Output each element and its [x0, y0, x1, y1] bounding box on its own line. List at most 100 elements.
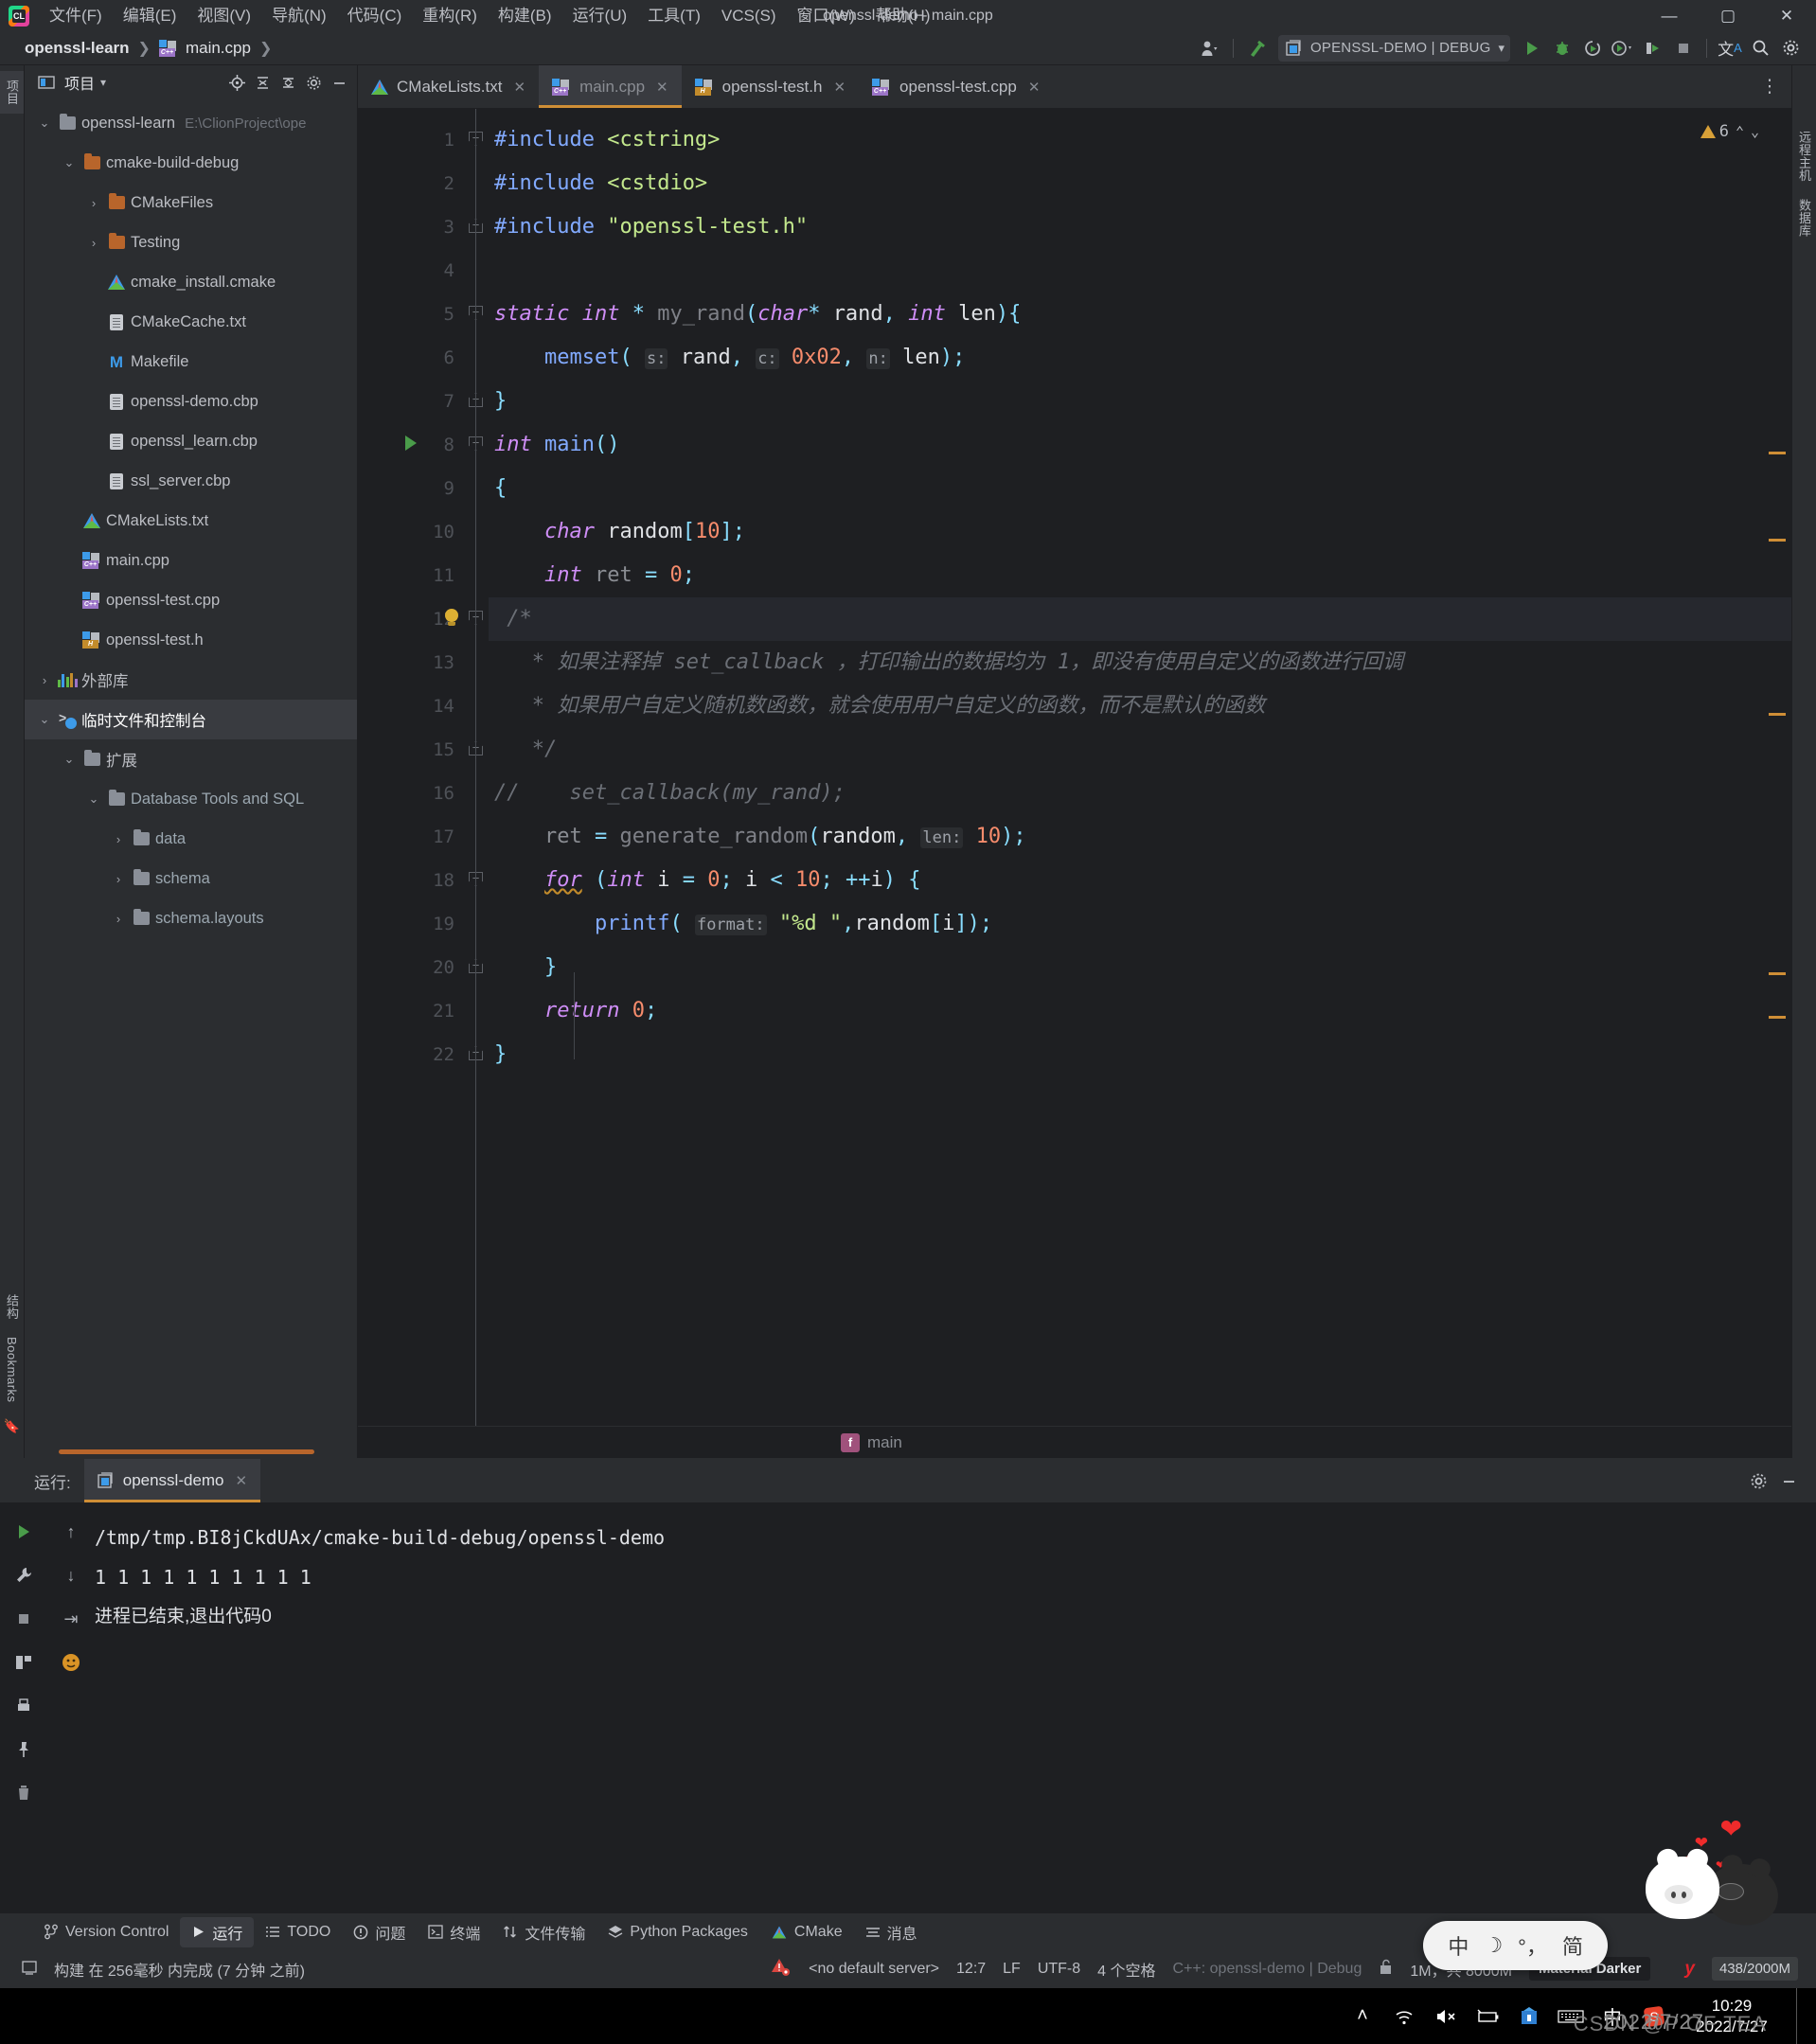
line-number[interactable]: 6	[358, 336, 464, 380]
scroll-down-icon[interactable]: ↓	[67, 1565, 76, 1586]
battery-icon[interactable]	[1467, 1996, 1508, 2037]
marker-stripe[interactable]	[1769, 972, 1786, 975]
tree-item[interactable]: › CMakeFiles	[25, 183, 357, 222]
unlock-icon[interactable]	[1370, 1959, 1401, 1980]
ime-simplified-label[interactable]: 简	[1562, 1930, 1583, 1961]
show-desktop-button[interactable]	[1796, 1988, 1805, 2044]
search-icon[interactable]	[1746, 35, 1774, 62]
fold-region[interactable]: −	[464, 293, 489, 336]
wifi-icon[interactable]	[1383, 1996, 1425, 2037]
line-number[interactable]: 5	[358, 293, 464, 336]
tree-item[interactable]: › schema	[25, 859, 357, 898]
tab-openssl-test-cpp[interactable]: C++ openssl-test.cpp ✕	[859, 65, 1053, 108]
line-number[interactable]: 18	[358, 859, 464, 902]
sidebar-item-bookmarks[interactable]: Bookmarks	[2, 1328, 22, 1412]
tree-twisty[interactable]: ⌄	[34, 116, 55, 131]
close-button[interactable]: ✕	[1757, 0, 1816, 31]
translate-icon[interactable]: 文A	[1716, 35, 1744, 62]
build-status-icon[interactable]	[13, 1960, 45, 1980]
gear-icon[interactable]	[1746, 1469, 1771, 1492]
close-icon[interactable]: ✕	[656, 79, 668, 96]
menu-tools[interactable]: 工具(T)	[637, 3, 711, 29]
hammer-icon[interactable]	[1242, 35, 1271, 62]
tree-item[interactable]: ⌄ 扩展	[25, 739, 357, 779]
locate-file-icon[interactable]	[224, 71, 249, 94]
tree-item[interactable]: › 外部库	[25, 660, 357, 700]
fold-region[interactable]	[464, 554, 489, 597]
taskbar-clock[interactable]: 10:29 2022/7/27	[1675, 1996, 1789, 2037]
tree-item[interactable]: CMakeLists.txt	[25, 501, 357, 541]
line-number[interactable]: 19	[358, 902, 464, 946]
gear-icon[interactable]	[1776, 35, 1805, 62]
scroll-up-icon[interactable]: ↑	[67, 1521, 76, 1542]
tree-twisty[interactable]: ⌄	[83, 791, 104, 807]
run-tab-openssl-demo[interactable]: openssl-demo ✕	[83, 1459, 261, 1502]
intention-bulb-icon[interactable]	[445, 609, 458, 626]
tool-todo[interactable]: TODO	[254, 1920, 342, 1945]
minimize-button[interactable]: —	[1640, 0, 1699, 31]
menu-refactor[interactable]: 重构(R)	[412, 3, 488, 29]
fold-region[interactable]: −	[464, 1033, 489, 1076]
line-number[interactable]: 7	[358, 380, 464, 423]
layout-icon[interactable]	[14, 1652, 33, 1673]
server-error-icon[interactable]	[762, 1958, 800, 1982]
build-status-message[interactable]: 构建 在 256毫秒 内完成 (7 分钟 之前)	[45, 1958, 313, 1981]
line-number[interactable]: 13	[358, 641, 464, 684]
breadcrumb-file[interactable]: main.cpp	[186, 39, 251, 58]
tree-twisty[interactable]: ›	[108, 832, 129, 846]
bookmark-icon[interactable]: 🔖	[4, 1412, 20, 1441]
fold-region[interactable]	[464, 162, 489, 205]
sidebar-item-database[interactable]: 数据库	[1792, 190, 1816, 246]
project-tree[interactable]: ⌄ openssl-learn E:\ClionProject\ope ⌄ cmake-…	[25, 99, 357, 1458]
tool-run[interactable]: 运行	[180, 1916, 255, 1947]
line-number[interactable]: 4	[358, 249, 464, 293]
wrench-icon[interactable]	[14, 1565, 33, 1586]
breadcrumb-function-name[interactable]: main	[867, 1433, 902, 1452]
sidebar-item-remote-host[interactable]: 远程主机	[1792, 122, 1816, 190]
fold-region[interactable]	[464, 902, 489, 946]
fold-region[interactable]	[464, 467, 489, 510]
chevron-up-icon[interactable]: ˄	[1342, 1996, 1383, 2037]
menu-run[interactable]: 运行(U)	[562, 3, 638, 29]
stop-icon[interactable]	[14, 1609, 33, 1629]
fold-region[interactable]: −	[464, 380, 489, 423]
run-with-coverage-button[interactable]	[1578, 35, 1607, 62]
run-gutter-icon[interactable]	[405, 435, 417, 451]
attach-button[interactable]	[1639, 35, 1667, 62]
menu-view[interactable]: 视图(V)	[187, 3, 261, 29]
marker-stripe[interactable]	[1769, 713, 1786, 716]
tree-item[interactable]: ⌄ openssl-learn E:\ClionProject\ope	[25, 103, 357, 143]
next-problem-icon[interactable]: ⌄	[1751, 123, 1759, 140]
tree-item[interactable]: › data	[25, 819, 357, 859]
tree-twisty[interactable]: ›	[83, 196, 104, 210]
menu-navigate[interactable]: 导航(N)	[261, 3, 337, 29]
fold-region[interactable]	[464, 510, 489, 554]
line-number[interactable]: 1	[358, 118, 464, 162]
fold-region[interactable]	[464, 336, 489, 380]
line-number[interactable]: 17	[358, 815, 464, 859]
fold-region[interactable]	[464, 772, 489, 815]
soft-wrap-icon[interactable]: ⇥	[63, 1609, 78, 1629]
chevron-down-icon[interactable]: ▾	[100, 76, 106, 89]
line-number[interactable]: 8	[358, 423, 464, 467]
menu-build[interactable]: 构建(B)	[488, 3, 562, 29]
fold-region[interactable]: −	[464, 423, 489, 467]
profiler-button[interactable]	[1609, 35, 1637, 62]
tree-twisty[interactable]: ⌄	[59, 752, 80, 767]
tree-item[interactable]: cmake_install.cmake	[25, 262, 357, 302]
line-number[interactable]: 11	[358, 554, 464, 597]
tree-item[interactable]: › schema.layouts	[25, 898, 357, 938]
caret-position[interactable]: 12:7	[948, 1961, 994, 1978]
fold-region[interactable]	[464, 641, 489, 684]
run-button[interactable]	[1518, 35, 1546, 62]
line-number[interactable]: 22	[358, 1033, 464, 1076]
ime-floating-bar[interactable]: 中 ☽ °， 简	[1423, 1921, 1608, 1970]
tree-item[interactable]: ⌄ cmake-build-debug	[25, 143, 357, 183]
run-configuration-selector[interactable]: OPENSSL-DEMO | DEBUG ▾	[1278, 34, 1510, 62]
sogou-icon[interactable]: S	[1633, 1996, 1675, 2037]
close-icon[interactable]: ✕	[833, 79, 846, 96]
pin-icon[interactable]	[14, 1739, 33, 1760]
default-server-status[interactable]: <no default server>	[800, 1961, 948, 1978]
ime-punctuation-icon[interactable]: °，	[1518, 1930, 1547, 1961]
line-number[interactable]: 9	[358, 467, 464, 510]
